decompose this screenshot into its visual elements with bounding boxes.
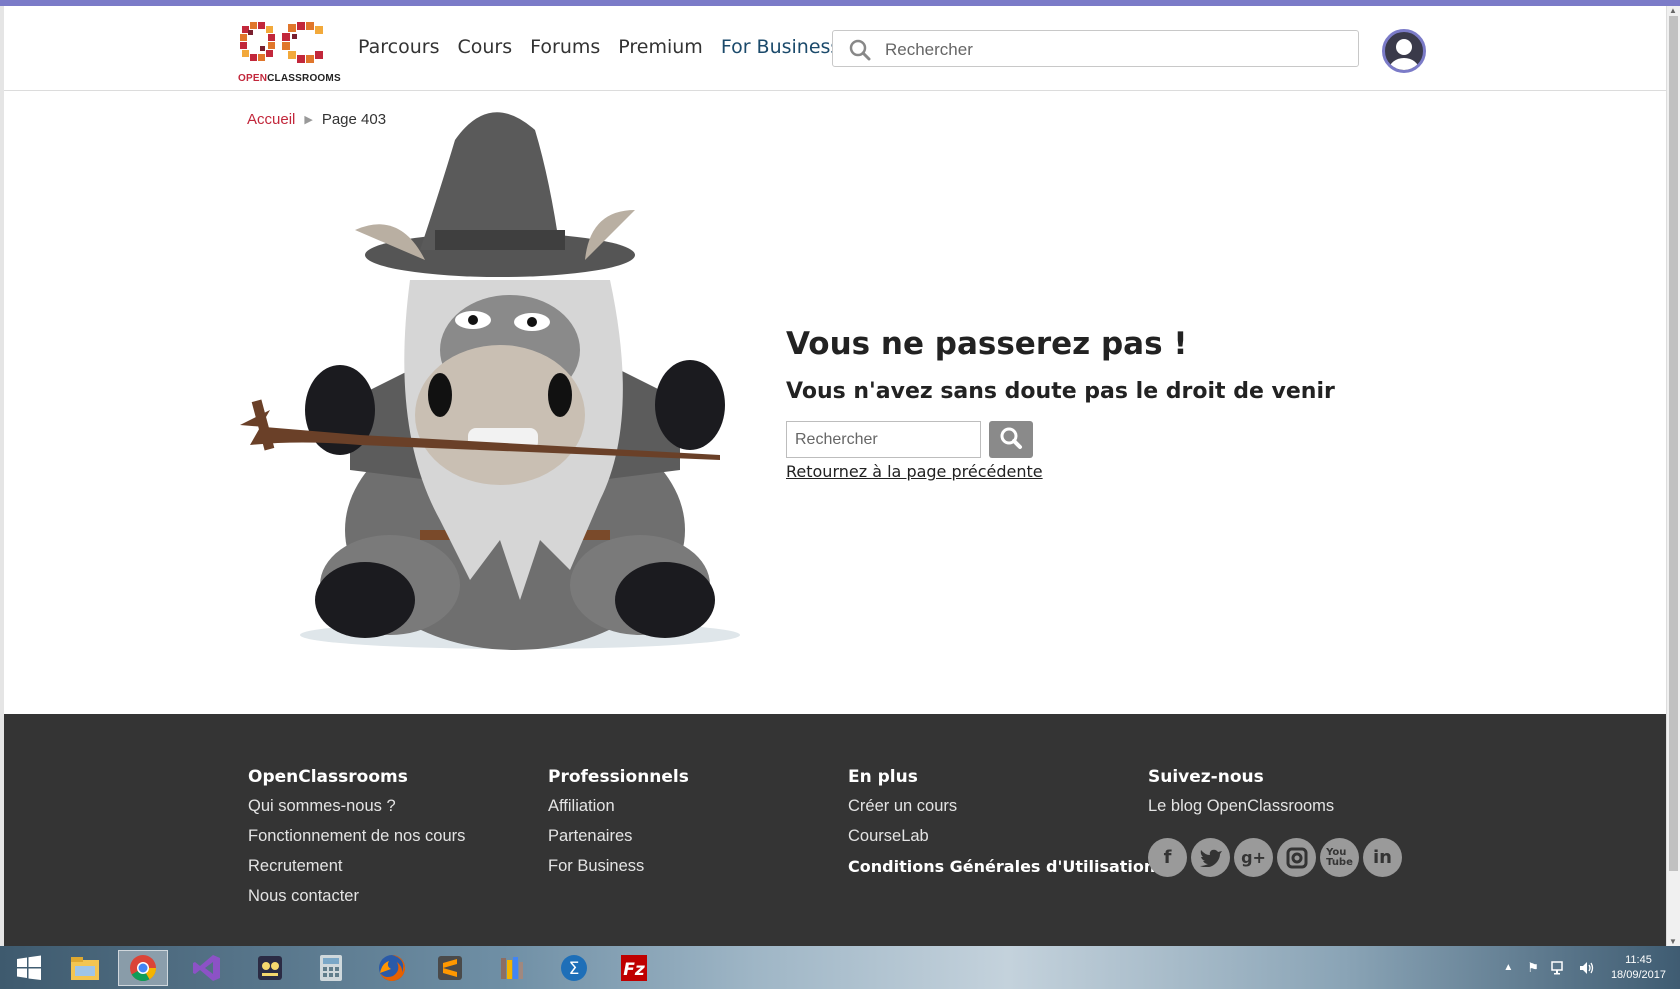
- search-icon: [849, 39, 871, 66]
- footer-link-cgu[interactable]: Conditions Générales d'Utilisation: [848, 857, 1155, 887]
- header-search-box[interactable]: [832, 30, 1359, 67]
- windows-taskbar: Σ Fz ▲ ⚑ 11:45 18/09/2017: [0, 946, 1680, 989]
- library-icon[interactable]: [487, 950, 537, 986]
- nav-for-business[interactable]: For Business: [721, 36, 841, 58]
- footer-link[interactable]: Créer un cours: [848, 797, 1155, 827]
- action-center-flag-icon[interactable]: ⚑: [1527, 960, 1539, 976]
- social-links: f g+ You Tube in: [1148, 838, 1402, 877]
- main-nav: Parcours Cours Forums Premium For Busine…: [358, 36, 858, 58]
- nav-forums[interactable]: Forums: [530, 36, 600, 58]
- error-subtitle: Vous n'avez sans doute pas le droit de v…: [786, 379, 1335, 404]
- user-avatar[interactable]: [1382, 29, 1426, 73]
- tray-expand-icon[interactable]: ▲: [1503, 962, 1513, 973]
- footer-heading: En plus: [848, 767, 918, 787]
- chrome-icon[interactable]: [118, 950, 168, 986]
- site-header: OPENCLASSROOMS Parcours Cours Forums Pre…: [4, 6, 1666, 91]
- scroll-up-arrow-icon[interactable]: ▲: [1669, 6, 1677, 15]
- sigma-app-icon[interactable]: Σ: [549, 950, 599, 986]
- svg-text:Σ: Σ: [569, 959, 580, 979]
- footer-link[interactable]: Recrutement: [248, 857, 465, 887]
- footer-link[interactable]: Partenaires: [548, 827, 689, 857]
- page-scrollbar[interactable]: ▲ ▼: [1666, 6, 1680, 946]
- footer-link[interactable]: Nous contacter: [248, 887, 465, 917]
- footer-link-blog[interactable]: Le blog OpenClassrooms: [1148, 797, 1334, 827]
- footer-link[interactable]: Fonctionnement de nos cours: [248, 827, 465, 857]
- youtube-icon[interactable]: You Tube: [1320, 838, 1359, 877]
- windows-start-icon[interactable]: [4, 950, 54, 986]
- file-explorer-icon[interactable]: [60, 950, 110, 986]
- footer-heading: Professionnels: [548, 767, 689, 787]
- wizard-donkey-mascot: [240, 112, 740, 650]
- network-icon[interactable]: [1551, 960, 1567, 975]
- openclassrooms-logo[interactable]: OPENCLASSROOMS: [238, 20, 341, 84]
- footer-link[interactable]: Affiliation: [548, 797, 689, 827]
- footer-col-openclassrooms: OpenClassrooms Qui sommes-nous ? Fonctio…: [248, 767, 465, 917]
- nav-parcours[interactable]: Parcours: [358, 36, 439, 58]
- calculator-icon[interactable]: [306, 950, 356, 986]
- user-icon: [1389, 39, 1419, 70]
- system-tray: ▲ ⚑ 11:45 18/09/2017: [1503, 946, 1680, 989]
- logo-mark-icon: [240, 22, 323, 63]
- footer-col-en-plus: En plus Créer un cours CourseLab Conditi…: [848, 767, 1155, 887]
- site-footer: OpenClassrooms Qui sommes-nous ? Fonctio…: [4, 714, 1666, 946]
- firefox-icon[interactable]: [367, 950, 417, 986]
- clock-time: 11:45: [1625, 953, 1652, 966]
- svg-text:Fz: Fz: [623, 960, 645, 980]
- error-title: Vous ne passerez pas !: [786, 326, 1188, 362]
- nav-cours[interactable]: Cours: [457, 36, 512, 58]
- facebook-icon[interactable]: f: [1148, 838, 1187, 877]
- media-app-icon[interactable]: [245, 950, 295, 986]
- scroll-thumb[interactable]: [1669, 16, 1678, 871]
- google-plus-icon[interactable]: g+: [1234, 838, 1273, 877]
- footer-col-professionnels: Professionnels Affiliation Partenaires F…: [548, 767, 689, 887]
- footer-link[interactable]: For Business: [548, 857, 689, 887]
- instagram-icon[interactable]: [1277, 838, 1316, 877]
- footer-link[interactable]: Qui sommes-nous ?: [248, 797, 465, 827]
- linkedin-icon[interactable]: in: [1363, 838, 1402, 877]
- twitter-icon[interactable]: [1191, 838, 1230, 877]
- error-search-button[interactable]: [989, 421, 1033, 458]
- taskbar-clock[interactable]: 11:45 18/09/2017: [1611, 953, 1666, 983]
- header-search-input[interactable]: [883, 36, 1347, 64]
- search-icon: [1000, 427, 1022, 449]
- sublime-text-icon[interactable]: [425, 950, 475, 986]
- scroll-down-arrow-icon[interactable]: ▼: [1669, 937, 1677, 946]
- error-search-input[interactable]: [786, 421, 981, 458]
- back-link[interactable]: Retournez à la page précédente: [786, 462, 1043, 481]
- footer-heading: OpenClassrooms: [248, 767, 408, 787]
- nav-premium[interactable]: Premium: [618, 36, 703, 58]
- filezilla-icon[interactable]: Fz: [609, 950, 659, 986]
- visual-studio-icon[interactable]: [182, 950, 232, 986]
- clock-date: 18/09/2017: [1610, 968, 1666, 981]
- footer-link[interactable]: CourseLab: [848, 827, 1155, 857]
- volume-icon[interactable]: [1579, 961, 1595, 975]
- footer-col-suivez-nous: Suivez-nous Le blog OpenClassrooms: [1148, 767, 1334, 827]
- footer-heading: Suivez-nous: [1148, 767, 1264, 787]
- logo-wordmark: OPENCLASSROOMS: [238, 73, 341, 84]
